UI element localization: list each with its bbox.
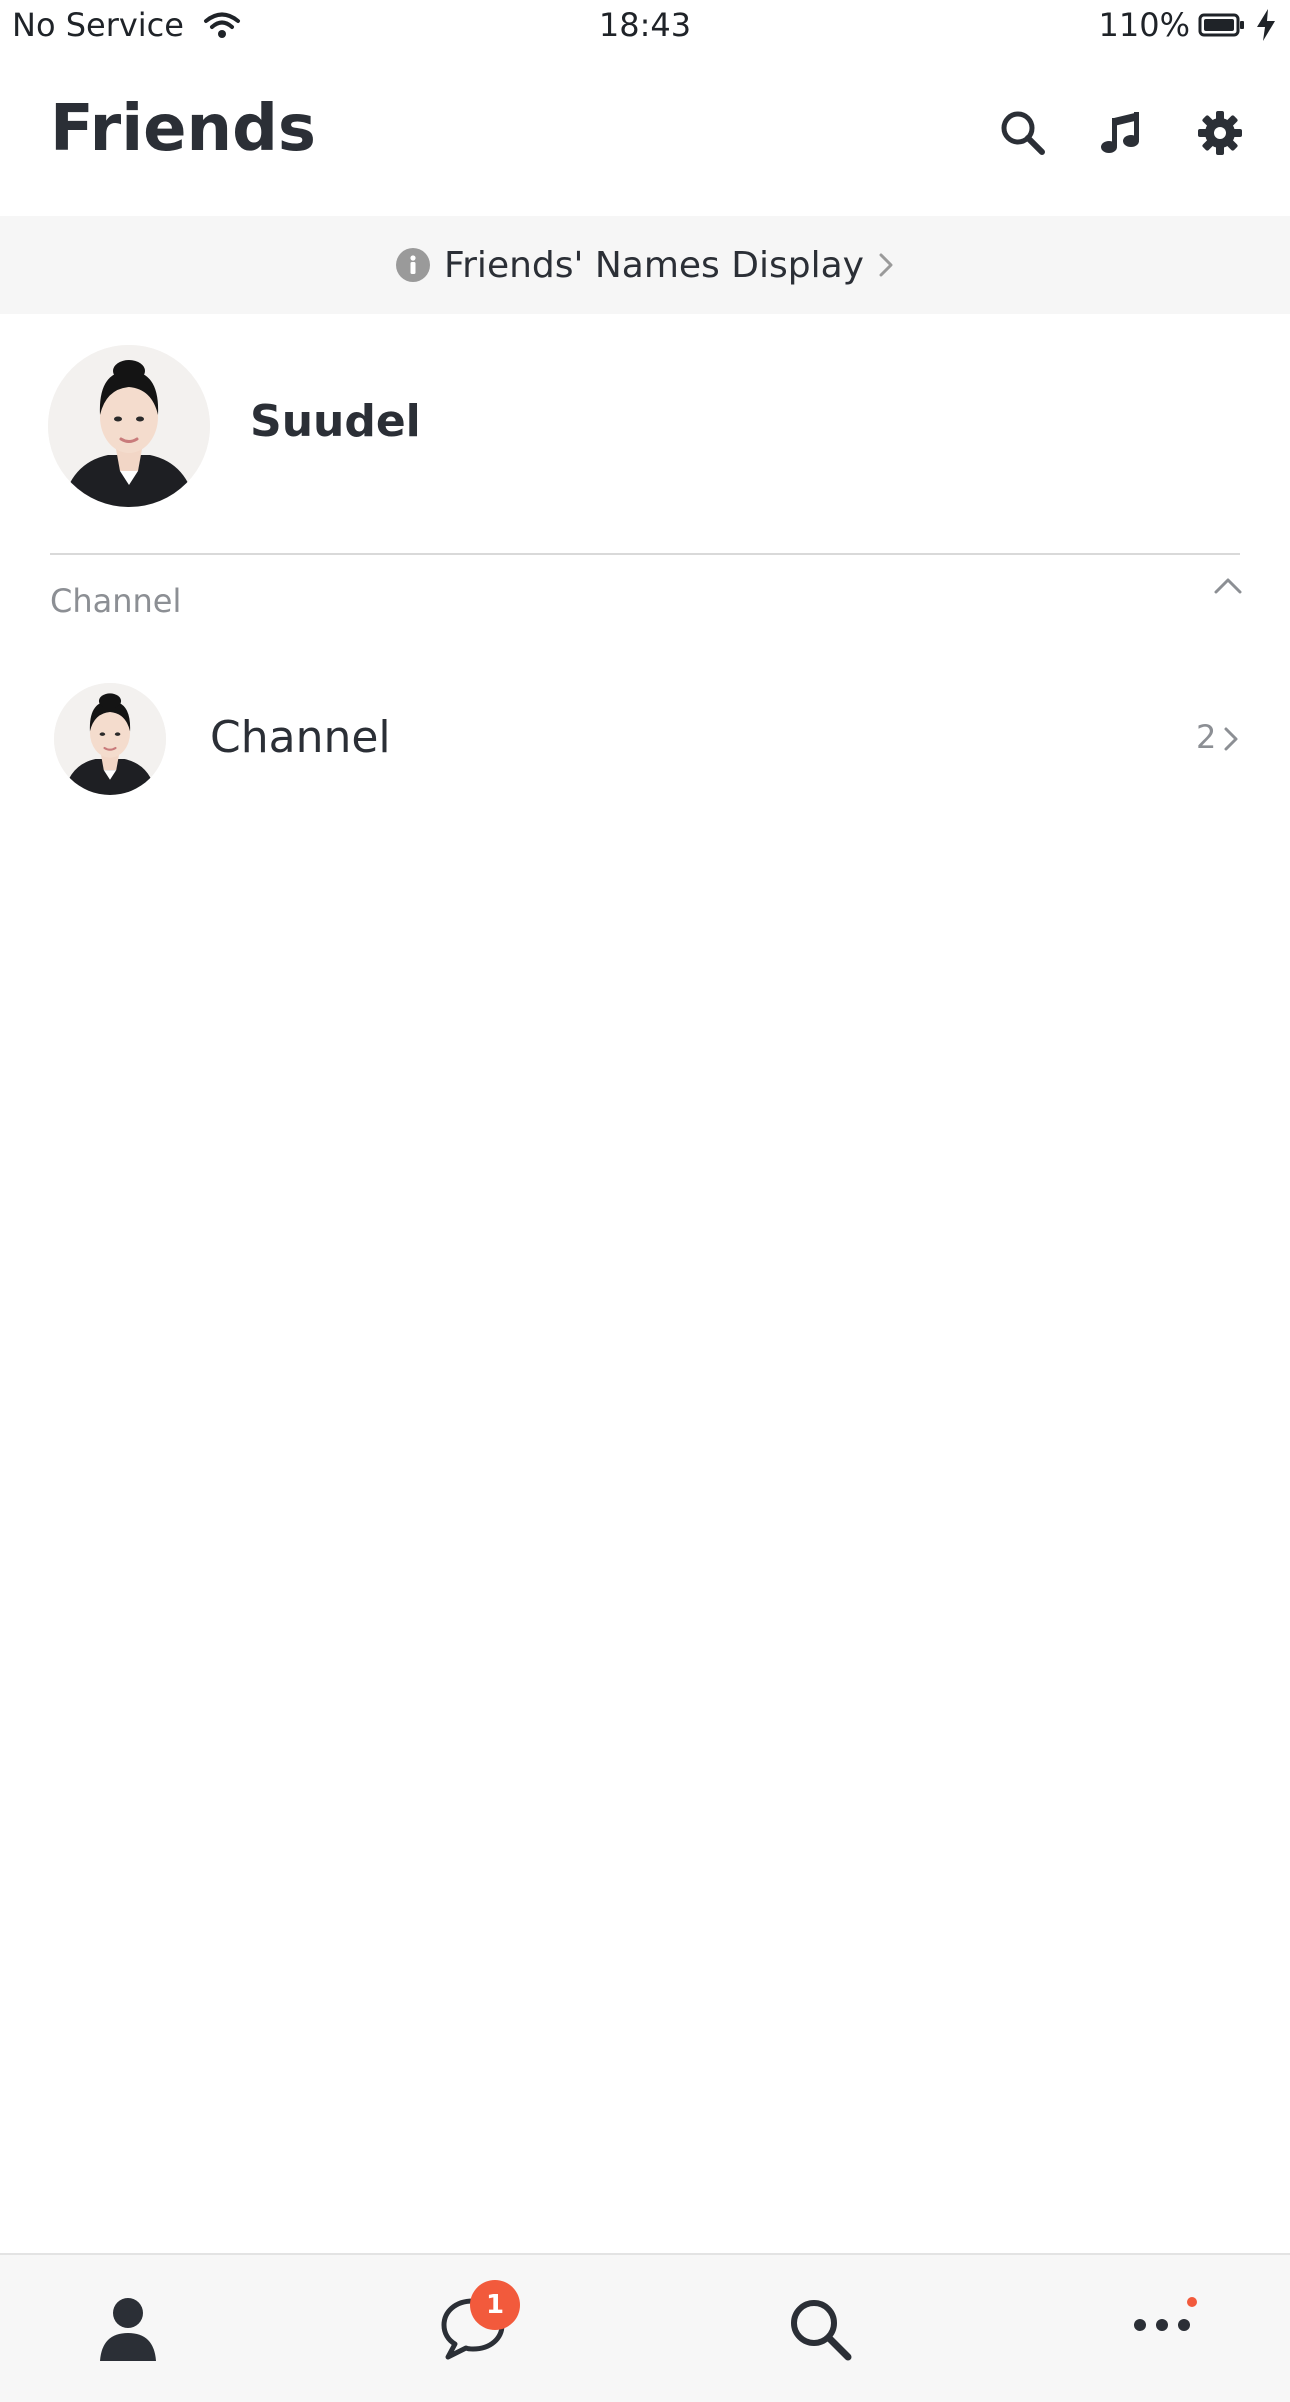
channel-section-label: Channel <box>50 582 182 620</box>
profile-name[interactable]: Suudel <box>250 396 421 447</box>
channel-item-name[interactable]: Channel <box>210 712 391 763</box>
page-title: Friends <box>50 92 316 166</box>
search-icon <box>791 2300 852 2361</box>
tab-friends[interactable] <box>0 2255 322 2402</box>
info-icon <box>396 248 431 282</box>
channel-item-count: 2 <box>1196 718 1217 756</box>
more-dots-icon <box>1134 2319 1190 2331</box>
friends-names-display-banner[interactable]: Friends' Names Display <box>0 216 1290 314</box>
charging-bolt-icon <box>1257 9 1275 41</box>
channel-avatar[interactable] <box>54 683 166 795</box>
tab-more[interactable] <box>966 2255 1288 2402</box>
chevron-right-icon[interactable] <box>1222 724 1240 754</box>
chevron-up-icon[interactable] <box>1212 574 1244 598</box>
chats-unread-badge: 1 <box>470 2280 520 2330</box>
gear-icon[interactable] <box>1195 108 1245 158</box>
clock: 18:43 <box>598 6 692 44</box>
chevron-right-icon <box>879 253 893 277</box>
tab-chats[interactable] <box>322 2255 644 2402</box>
person-photo-icon <box>48 345 210 507</box>
music-icon[interactable] <box>1097 108 1147 158</box>
tab-search[interactable] <box>644 2255 966 2402</box>
search-icon[interactable] <box>998 108 1048 158</box>
more-notification-dot <box>1187 2297 1197 2307</box>
friends-person-icon <box>100 2298 156 2361</box>
status-bar: No Service 18:43 110% <box>0 0 1290 54</box>
profile-avatar[interactable] <box>48 345 210 507</box>
person-photo-icon <box>54 683 166 795</box>
battery-icon <box>1198 13 1244 37</box>
bottom-nav <box>0 2253 1290 2402</box>
banner-text: Friends' Names Display <box>444 244 864 286</box>
section-divider <box>50 553 1240 555</box>
battery-percent: 110% <box>1098 6 1190 44</box>
